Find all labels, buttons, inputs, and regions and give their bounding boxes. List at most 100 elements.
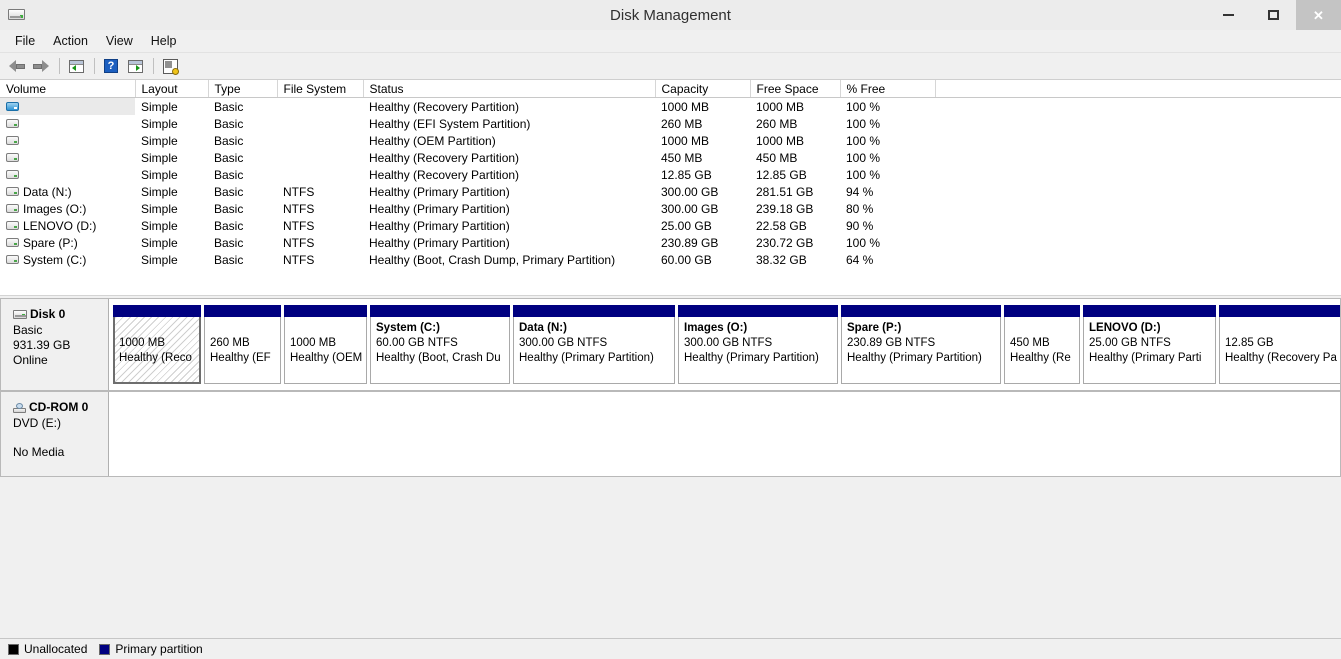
column-header-layout[interactable]: Layout bbox=[135, 80, 209, 98]
column-header-file-system[interactable]: File System bbox=[277, 80, 364, 98]
partition-box[interactable]: 260 MB Healthy (EF bbox=[204, 305, 281, 384]
volume-table: Volume Layout Type File System Status Ca… bbox=[0, 80, 1341, 268]
cell-volume bbox=[0, 97, 135, 115]
cdrom-icon bbox=[13, 402, 26, 413]
partition-box[interactable]: 12.85 GB Healthy (Recovery Pa bbox=[1219, 305, 1340, 384]
menu-item-help[interactable]: Help bbox=[142, 31, 186, 51]
volume-table-body: Simple Basic Healthy (Recovery Partition) 1… bbox=[0, 97, 1341, 269]
cell-pct-free: 90 % bbox=[846, 218, 874, 233]
volume-list-panel[interactable]: Volume Layout Type File System Status Ca… bbox=[0, 80, 1341, 296]
partition-box[interactable]: 1000 MB Healthy (OEM bbox=[284, 305, 367, 384]
cell-capacity: 12.85 GB bbox=[661, 167, 712, 182]
partition-size: 60.00 GB NTFS bbox=[376, 337, 458, 349]
disk-row-cdrom0: CD-ROM 0 DVD (E:) No Media bbox=[0, 391, 1341, 477]
column-header-free-space[interactable]: Free Space bbox=[750, 80, 841, 98]
cell-status: Healthy (Recovery Partition) bbox=[369, 150, 520, 165]
show-action-pane-button[interactable] bbox=[124, 55, 146, 77]
partition-details: 12.85 GB Healthy (Recovery Pa bbox=[1219, 317, 1340, 384]
partition-size: 450 MB bbox=[1010, 337, 1050, 349]
partition-box[interactable]: Spare (P:) 230.89 GB NTFS Healthy (Primary… bbox=[841, 305, 1001, 384]
column-header-capacity[interactable]: Capacity bbox=[655, 80, 751, 98]
cell-free-space: 239.18 GB bbox=[756, 201, 814, 216]
disk-info-cdrom0[interactable]: CD-ROM 0 DVD (E:) No Media bbox=[1, 392, 109, 476]
cell-type: Basic bbox=[214, 133, 244, 148]
show-console-tree-button[interactable] bbox=[65, 55, 87, 77]
cell-capacity: 450 MB bbox=[661, 150, 703, 165]
window-controls: ✕ bbox=[1206, 0, 1341, 30]
volume-drive-icon bbox=[6, 238, 19, 247]
cell-status: Healthy (OEM Partition) bbox=[369, 133, 496, 148]
table-row[interactable]: LENOVO (D:) Simple Basic NTFS Healthy (Prima… bbox=[0, 217, 1341, 234]
table-row[interactable]: System (C:) Simple Basic NTFS Healthy (Boot,… bbox=[0, 251, 1341, 268]
disk-icon bbox=[13, 310, 27, 319]
close-button[interactable]: ✕ bbox=[1296, 0, 1341, 30]
help-button[interactable]: ? bbox=[100, 55, 122, 77]
cell-file-system: NTFS bbox=[283, 184, 315, 199]
cell-filler bbox=[935, 251, 1341, 268]
minimize-button[interactable] bbox=[1206, 0, 1251, 30]
partition-box[interactable]: Images (O:) 300.00 GB NTFS Healthy (Primar… bbox=[678, 305, 838, 384]
cell-status: Healthy (Recovery Partition) bbox=[369, 99, 520, 114]
column-header-status[interactable]: Status bbox=[363, 80, 656, 98]
cell-pct-free: 100 % bbox=[846, 150, 881, 165]
cell-layout: Simple bbox=[141, 235, 178, 250]
partition-color-bar bbox=[204, 305, 281, 317]
cell-layout: Simple bbox=[141, 218, 178, 233]
partition-box[interactable]: 450 MB Healthy (Re bbox=[1004, 305, 1080, 384]
partition-size: 230.89 GB NTFS bbox=[847, 337, 936, 349]
partition-box[interactable]: 1000 MB Healthy (Reco bbox=[113, 305, 201, 384]
rescan-disks-button[interactable] bbox=[159, 55, 181, 77]
toolbar: ? bbox=[0, 53, 1341, 80]
volume-drive-icon bbox=[6, 255, 19, 264]
table-row[interactable]: Simple Basic Healthy (OEM Partition) 1000 M… bbox=[0, 132, 1341, 149]
partition-color-bar bbox=[1219, 305, 1340, 317]
partition-size: 300.00 GB NTFS bbox=[684, 337, 773, 349]
column-header-pct-free[interactable]: % Free bbox=[840, 80, 936, 98]
cell-pct-free: 80 % bbox=[846, 201, 874, 216]
column-header-type[interactable]: Type bbox=[208, 80, 278, 98]
cell-type: Basic bbox=[214, 184, 244, 199]
cell-volume bbox=[0, 166, 135, 183]
partition-details: System (C:) 60.00 GB NTFS Healthy (Boot, C… bbox=[370, 317, 510, 384]
partition-box[interactable]: Data (N:) 300.00 GB NTFS Healthy (Primary … bbox=[513, 305, 675, 384]
partition-box[interactable]: LENOVO (D:) 25.00 GB NTFS Healthy (Primary… bbox=[1083, 305, 1216, 384]
table-row[interactable]: Simple Basic Healthy (Recovery Partition) 4… bbox=[0, 149, 1341, 166]
menu-item-file[interactable]: File bbox=[6, 31, 44, 51]
partition-box[interactable]: System (C:) 60.00 GB NTFS Healthy (Boot, C… bbox=[370, 305, 510, 384]
cell-file-system bbox=[277, 166, 363, 183]
cell-type: Basic bbox=[214, 99, 244, 114]
cell-layout: Simple bbox=[141, 184, 178, 199]
partition-details: 1000 MB Healthy (OEM bbox=[284, 317, 367, 384]
table-row[interactable]: Simple Basic Healthy (EFI System Partition… bbox=[0, 115, 1341, 132]
cell-pct-free: 64 % bbox=[846, 252, 874, 267]
table-row[interactable]: Simple Basic Healthy (Recovery Partition) 1… bbox=[0, 166, 1341, 183]
partition-name-spacer bbox=[119, 321, 196, 336]
volume-table-header: Volume Layout Type File System Status Ca… bbox=[0, 80, 1341, 98]
partition-details: 260 MB Healthy (EF bbox=[204, 317, 281, 384]
table-row[interactable]: Data (N:) Simple Basic NTFS Healthy (Primary… bbox=[0, 183, 1341, 200]
table-row[interactable]: Images (O:) Simple Basic NTFS Healthy (Prima… bbox=[0, 200, 1341, 217]
cell-free-space: 281.51 GB bbox=[756, 184, 814, 199]
table-row[interactable]: Simple Basic Healthy (Recovery Partition) 1… bbox=[0, 97, 1341, 115]
partition-name: System (C:) bbox=[376, 322, 440, 334]
forward-button[interactable] bbox=[30, 55, 52, 77]
cell-file-system: NTFS bbox=[283, 201, 315, 216]
cell-filler bbox=[935, 217, 1341, 234]
primary-partition-swatch-icon bbox=[99, 643, 111, 655]
back-button[interactable] bbox=[6, 55, 28, 77]
menu-item-action[interactable]: Action bbox=[44, 31, 97, 51]
partition-size: 300.00 GB NTFS bbox=[519, 337, 608, 349]
maximize-button[interactable] bbox=[1251, 0, 1296, 30]
volume-label: Spare (P:) bbox=[23, 235, 78, 250]
cell-layout: Simple bbox=[141, 252, 178, 267]
volume-drive-icon bbox=[6, 221, 19, 230]
table-row[interactable]: Spare (P:) Simple Basic NTFS Healthy (Primar… bbox=[0, 234, 1341, 251]
cell-type: Basic bbox=[214, 252, 244, 267]
menu-item-view[interactable]: View bbox=[97, 31, 142, 51]
column-header-volume[interactable]: Volume bbox=[0, 80, 136, 98]
disk-info-disk0[interactable]: Disk 0 Basic 931.39 GB Online bbox=[1, 299, 109, 390]
cell-filler bbox=[935, 183, 1341, 200]
cell-filler bbox=[935, 115, 1341, 132]
cell-volume bbox=[0, 115, 135, 132]
cell-layout: Simple bbox=[141, 167, 178, 182]
